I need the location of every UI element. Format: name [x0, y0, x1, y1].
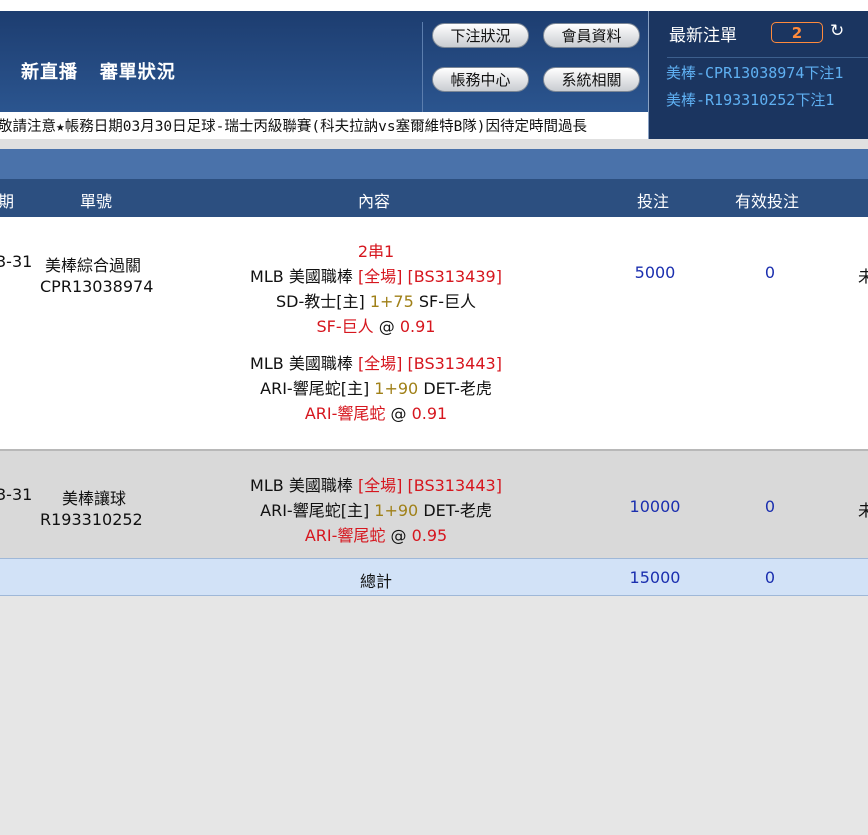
system-button[interactable]: 系統相關	[543, 67, 640, 92]
leg-period: [全場]	[357, 476, 403, 495]
announcement-marquee: 敬請注意★帳務日期03月30日足球-瑞士丙級聯賽(科夫拉訥vs塞爾維特B隊)因待…	[0, 112, 648, 139]
leg-code: [BS313439]	[407, 267, 502, 286]
leg-line: 1+90	[374, 501, 419, 520]
row-date: 3-31	[0, 485, 33, 504]
leg-league-line: MLB 美國職棒 [全場] [BS313443]	[226, 472, 526, 496]
leg-pick: ARI-響尾蛇	[304, 404, 386, 423]
leg-league: MLB 美國職棒	[250, 354, 353, 373]
leg-code: [BS313443]	[407, 354, 502, 373]
leg-period: [全場]	[357, 354, 403, 373]
latest-bets-divider	[667, 57, 868, 58]
leg-at: @	[390, 404, 407, 423]
row-status: 未	[858, 267, 868, 286]
leg-pick-line: ARI-響尾蛇 @ 0.95	[226, 522, 526, 546]
total-stake: 15000	[629, 568, 681, 587]
leg-league-line: MLB 美國職棒 [全場] [BS313439]	[226, 263, 526, 287]
leg-league: MLB 美國職棒	[250, 476, 353, 495]
nav-review[interactable]: 審單狀況	[100, 62, 176, 83]
leg-odds: 0.95	[411, 526, 448, 545]
row-bet-type: 美棒綜合過關	[45, 256, 142, 275]
nav-live[interactable]: 新直播	[21, 62, 78, 83]
latest-bet-item[interactable]: 美棒-CPR13038974下注1	[666, 62, 843, 83]
total-label: 總計	[359, 572, 392, 591]
leg-pick-line: ARI-響尾蛇 @ 0.91	[226, 400, 526, 424]
leg-match-line: SD-教士[主] 1+75 SF-巨人	[226, 288, 526, 312]
leg-away: DET-老虎	[423, 379, 492, 398]
row-ticket-number[interactable]: CPR13038974	[40, 277, 153, 296]
header-bar: 新直播 審單狀況 下注狀況 會員資料 帳務中心 系統相關	[0, 11, 648, 123]
row-bet-type: 美棒讓球	[62, 489, 127, 508]
row-status: 未	[858, 501, 868, 520]
leg-at: @	[378, 317, 395, 336]
leg-code: [BS313443]	[407, 476, 502, 495]
member-info-button[interactable]: 會員資料	[543, 23, 640, 48]
latest-bets-title: 最新注單	[669, 26, 737, 46]
leg-match-line: ARI-響尾蛇[主] 1+90 DET-老虎	[226, 497, 526, 521]
leg-match-line: ARI-響尾蛇[主] 1+90 DET-老虎	[226, 375, 526, 399]
section-band	[0, 149, 868, 179]
leg-pick: SF-巨人	[316, 317, 374, 336]
leg-home: SD-教士[主]	[275, 292, 365, 311]
leg-pick-line: SF-巨人 @ 0.91	[226, 313, 526, 337]
latest-bet-item[interactable]: 美棒-R193310252下注1	[666, 89, 834, 110]
total-row: 總計 15000 0	[0, 558, 868, 596]
header-ticket: 單號	[80, 192, 113, 211]
bet-status-button[interactable]: 下注狀況	[432, 23, 529, 48]
leg-odds: 0.91	[411, 404, 448, 423]
table-row: 3-31 美棒讓球 R193310252 MLB 美國職棒 [全場] [BS31…	[0, 451, 868, 558]
spacer	[0, 139, 868, 149]
leg-period: [全場]	[357, 267, 403, 286]
table-row: 3-31 美棒綜合過關 CPR13038974 2串1 MLB 美國職棒 [全場…	[0, 217, 868, 449]
row-date: 3-31	[0, 252, 33, 271]
leg-away: SF-巨人	[418, 292, 477, 311]
account-center-button[interactable]: 帳務中心	[432, 67, 529, 92]
page-title: 新直播 審單狀況	[21, 58, 176, 84]
row-valid-stake: 0	[764, 263, 776, 282]
leg-home: ARI-響尾蛇[主]	[260, 501, 370, 520]
latest-bets-panel: 最新注單 2 ↻ 美棒-CPR13038974下注1 美棒-R193310252…	[648, 11, 868, 139]
total-valid-stake: 0	[764, 568, 776, 587]
leg-league-line: MLB 美國職棒 [全場] [BS313443]	[226, 350, 526, 374]
table-header: 期 單號 內容 投注 有效投注	[0, 179, 868, 217]
header-valid-stake: 有效投注	[735, 192, 800, 211]
leg-line: 1+75	[369, 292, 414, 311]
row-stake: 5000	[634, 263, 676, 282]
leg-pick: ARI-響尾蛇	[304, 526, 386, 545]
leg-league: MLB 美國職棒	[250, 267, 353, 286]
leg-away: DET-老虎	[423, 501, 492, 520]
latest-bets-count-badge: 2	[771, 22, 823, 43]
header-stake: 投注	[637, 192, 670, 211]
top-edge	[0, 0, 868, 11]
header-divider	[422, 22, 423, 123]
leg-line: 1+90	[374, 379, 419, 398]
parlay-label: 2串1	[357, 242, 395, 261]
row-valid-stake: 0	[764, 497, 776, 516]
header-content: 內容	[358, 192, 391, 211]
header-date: 期	[0, 192, 15, 211]
row-stake: 10000	[629, 497, 681, 516]
leg-home: ARI-響尾蛇[主]	[260, 379, 370, 398]
announcement-text: 敬請注意★帳務日期03月30日足球-瑞士丙級聯賽(科夫拉訥vs塞爾維特B隊)因待…	[0, 119, 588, 135]
refresh-icon[interactable]: ↻	[830, 21, 844, 41]
leg-at: @	[390, 526, 407, 545]
row-ticket-number[interactable]: R193310252	[40, 510, 143, 529]
leg-odds: 0.91	[399, 317, 436, 336]
